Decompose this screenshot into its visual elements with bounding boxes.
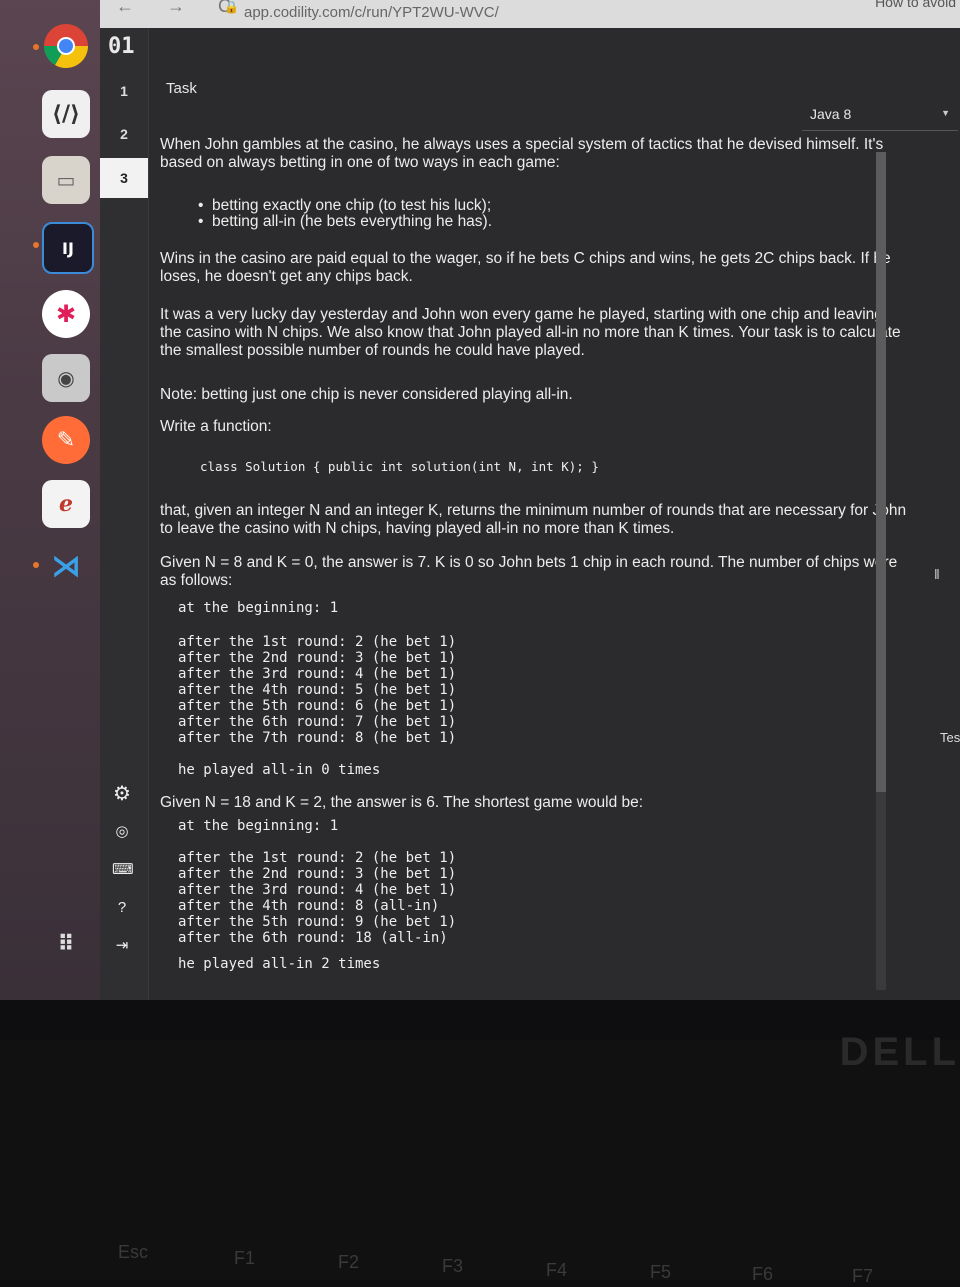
task-tab-2[interactable]: 2: [100, 114, 148, 154]
example1-intro: Given N = 8 and K = 0, the answer is 7. …: [160, 554, 898, 589]
key-f6: F6: [752, 1264, 774, 1284]
task-description: When John gambles at the casino, he alwa…: [160, 134, 908, 990]
key-f4: F4: [546, 1260, 568, 1280]
scrollbar-thumb[interactable]: [876, 152, 886, 792]
example1-round: after the 3rd round: 4 (he bet 1): [178, 666, 457, 682]
vscode-icon[interactable]: ⋊: [42, 542, 90, 590]
hide-icon[interactable]: ◎: [112, 822, 132, 842]
exit-icon[interactable]: ⇥: [112, 936, 132, 956]
example1-round: after the 5th round: 6 (he bet 1): [178, 698, 457, 714]
help-icon[interactable]: ?: [112, 898, 132, 918]
monitor-screen: ⟨/⟩ ▭ IJ ✱ ◉ ✎ ℯ ⋊ ⠿ ← → C 🔒 app.codilit…: [0, 0, 960, 1000]
pause-icon[interactable]: ‖: [934, 566, 940, 582]
laptop-keyboard: Esc F1 F2 F3 F4 F5 F6 F7: [0, 1040, 960, 1286]
screenshot-icon[interactable]: ◉: [42, 354, 90, 402]
key-f7: F7: [852, 1266, 874, 1286]
example2-round: after the 4th round: 8 (all-in): [178, 898, 440, 914]
function-signature: class Solution { public int solution(int…: [200, 459, 599, 474]
example2-round: after the 1st round: 2 (he bet 1): [178, 850, 457, 866]
evince-icon[interactable]: ℯ: [42, 480, 90, 528]
example2-round: after the 6th round: 18 (all-in): [178, 930, 448, 946]
test-panel-tab[interactable]: Tes: [940, 730, 960, 745]
example1-round: after the 4th round: 5 (he bet 1): [178, 682, 457, 698]
language-select[interactable]: Java 8 ▼: [802, 100, 958, 131]
task-title: Task: [166, 80, 197, 97]
example2-round: after the 2nd round: 3 (he bet 1): [178, 866, 457, 882]
task-tab-1[interactable]: 1: [100, 71, 148, 111]
task-intro: When John gambles at the casino, he alwa…: [160, 136, 884, 171]
chevron-down-icon: ▼: [941, 108, 950, 118]
chrome-icon[interactable]: [42, 22, 90, 70]
browser-address-bar[interactable]: ← → C 🔒 app.codility.com/c/run/YPT2WU-WV…: [100, 0, 960, 28]
key-f3: F3: [442, 1256, 464, 1276]
example2-end: he played all-in 2 times: [178, 956, 381, 972]
example1-round: after the 2nd round: 3 (he bet 1): [178, 650, 457, 666]
task-write: Write a function:: [160, 418, 272, 435]
example1-end: he played all-in 0 times: [178, 762, 381, 778]
task-that-paragraph: that, given an integer N and an integer …: [160, 502, 907, 537]
example1-round: after the 7th round: 8 (he bet 1): [178, 730, 457, 746]
codility-logo: 01: [108, 34, 135, 59]
example2-round: after the 5th round: 9 (he bet 1): [178, 914, 457, 930]
slack-icon[interactable]: ✱: [42, 290, 90, 338]
task-note: Note: betting just one chip is never con…: [160, 386, 573, 403]
example1-round: after the 1st round: 2 (he bet 1): [178, 634, 457, 650]
example1-round: after the 6th round: 7 (he bet 1): [178, 714, 457, 730]
settings-icon[interactable]: ⚙: [112, 784, 132, 804]
url-text[interactable]: app.codility.com/c/run/YPT2WU-WVC/: [244, 4, 499, 21]
bet-options-list: betting exactly one chip (to test his lu…: [198, 198, 492, 231]
apps-grid-icon[interactable]: ⠿: [42, 920, 90, 968]
example1-begin: at the beginning: 1: [178, 600, 339, 616]
ubuntu-dock: ⟨/⟩ ▭ IJ ✱ ◉ ✎ ℯ ⋊ ⠿: [0, 0, 100, 1000]
keyboard-icon[interactable]: ⌨: [112, 860, 134, 880]
list-item: betting exactly one chip (to test his lu…: [198, 198, 492, 215]
sublime-merge-icon[interactable]: ⟨/⟩: [42, 90, 90, 138]
task-lucky-paragraph: It was a very lucky day yesterday and Jo…: [160, 306, 901, 359]
task-wins-paragraph: Wins in the casino are paid equal to the…: [160, 250, 891, 285]
intellij-icon[interactable]: IJ: [42, 222, 94, 274]
language-value: Java 8: [810, 106, 852, 122]
example2-round: after the 3rd round: 4 (he bet 1): [178, 882, 457, 898]
task-tab-3[interactable]: 3: [100, 158, 148, 198]
postman-icon[interactable]: ✎: [42, 416, 90, 464]
dell-logo: DELL: [839, 1030, 960, 1074]
files-icon[interactable]: ▭: [42, 156, 90, 204]
list-item: betting all-in (he bets everything he ha…: [198, 214, 492, 231]
example2-begin: at the beginning: 1: [178, 818, 339, 834]
example2-intro: Given N = 18 and K = 2, the answer is 6.…: [160, 794, 644, 811]
key-esc: Esc: [118, 1242, 149, 1262]
key-f2: F2: [338, 1252, 360, 1272]
key-f1: F1: [234, 1248, 256, 1268]
description-scrollbar[interactable]: [876, 152, 886, 990]
lock-icon: 🔒: [224, 0, 239, 14]
browser-tab-label[interactable]: How to avoid: [875, 0, 956, 10]
